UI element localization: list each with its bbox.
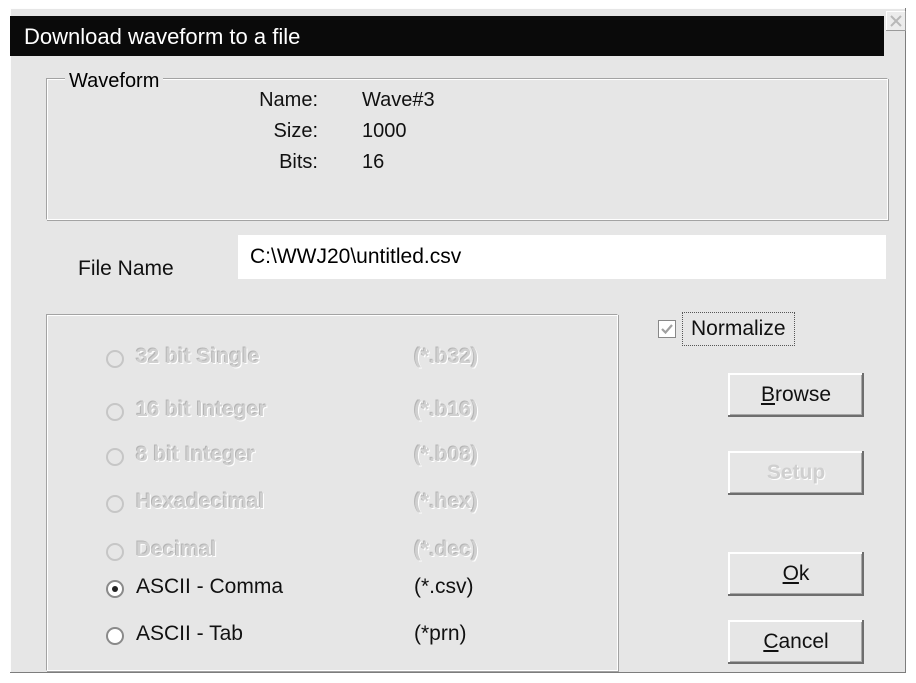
radio-button[interactable] <box>106 580 124 598</box>
radio-button <box>106 448 124 466</box>
format-option: Hexadecimal (*.hex) <box>106 490 556 520</box>
format-extension: (*.dec) <box>414 538 479 561</box>
size-label: Size: <box>273 120 318 142</box>
format-extension: (*.b08) <box>414 443 479 466</box>
file-name-label: File Name <box>78 257 174 280</box>
browse-label: rowse <box>774 383 832 406</box>
waveform-group <box>46 78 888 220</box>
radio-button <box>106 543 124 561</box>
cancel-mnemonic: C <box>763 630 779 653</box>
bits-value: 16 <box>362 151 385 173</box>
ok-button[interactable]: Ok <box>728 552 864 596</box>
size-value: 1000 <box>362 120 407 142</box>
format-extension: (*.b32) <box>414 345 479 368</box>
close-button[interactable] <box>886 11 906 31</box>
file-name-input[interactable] <box>238 235 886 279</box>
browse-mnemonic: B <box>760 383 775 406</box>
ok-mnemonic: O <box>782 562 799 585</box>
format-option: 32 bit Single (*.b32) <box>106 345 556 375</box>
format-label: ASCII - Comma <box>136 575 284 598</box>
cancel-label: ancel <box>778 630 829 653</box>
dialog-title: Download waveform to a file <box>24 24 301 49</box>
ok-label: k <box>798 562 810 585</box>
radio-button <box>106 350 124 368</box>
setup-button[interactable]: Setup <box>728 451 864 495</box>
format-option: 16 bit Integer (*.b16) <box>106 398 556 428</box>
checkmark-icon <box>661 324 673 335</box>
format-option: Decimal (*.dec) <box>106 538 556 568</box>
radio-button <box>106 495 124 513</box>
format-label: ASCII - Tab <box>136 622 243 645</box>
close-icon <box>890 15 902 27</box>
format-option[interactable]: ASCII - Comma (*.csv) <box>106 575 556 605</box>
format-extension: (*.b16) <box>414 398 479 421</box>
name-value: Wave#3 <box>362 89 435 111</box>
format-label: 32 bit Single <box>136 345 260 368</box>
format-option: 8 bit Integer (*.b08) <box>106 443 556 473</box>
format-extension: (*.csv) <box>414 575 474 598</box>
setup-label: Setup <box>766 461 826 484</box>
normalize-checkbox[interactable]: Normalize <box>658 312 838 348</box>
format-extension: (*.hex) <box>414 490 479 513</box>
waveform-group-label: Waveform <box>65 70 164 93</box>
cancel-button[interactable]: Cancel <box>728 620 864 664</box>
format-extension: (*prn) <box>414 622 467 645</box>
format-label: Decimal <box>136 538 217 561</box>
normalize-label: Normalize <box>682 312 795 346</box>
radio-button[interactable] <box>106 627 124 645</box>
bits-label: Bits: <box>279 151 318 173</box>
normalize-checkbox-box[interactable] <box>658 320 676 338</box>
format-label: 8 bit Integer <box>136 443 256 466</box>
title-bar: Download waveform to a file <box>10 16 884 56</box>
radio-button <box>106 403 124 421</box>
name-label: Name: <box>259 89 318 111</box>
browse-button[interactable]: Browse <box>728 373 864 417</box>
format-label: 16 bit Integer <box>136 398 267 421</box>
download-waveform-dialog: Download waveform to a file Waveform Nam… <box>10 8 906 673</box>
format-label: Hexadecimal <box>136 490 265 513</box>
format-option[interactable]: ASCII - Tab (*prn) <box>106 622 556 652</box>
